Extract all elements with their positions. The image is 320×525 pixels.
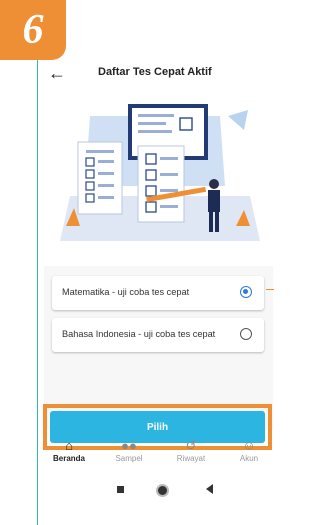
home-icon: ⌂ [65,438,73,453]
nav-sampel[interactable]: ●● Sampel [104,438,154,463]
test-list-illustration [60,104,260,241]
page-title: Daftar Tes Cepat Aktif [98,66,212,78]
nav-label: Sampel [115,454,143,463]
app-bar: ← Daftar Tes Cepat Aktif [44,62,273,86]
system-nav-bar [44,478,273,504]
radio-unselected[interactable] [240,328,252,340]
step-badge: 6 [0,0,66,60]
nav-label: Riwayat [176,454,206,463]
option-label: Bahasa Indonesia - uji coba tes cepat [62,329,216,339]
bottom-nav: ⌂ Beranda ●● Sampel ↺ Riwayat ☺ Akun [44,438,273,474]
account-icon: ☺ [242,438,256,453]
nav-beranda[interactable]: ⌂ Beranda [44,438,94,463]
arrow-left-icon[interactable]: ← [48,64,66,82]
nav-label: Akun [239,454,259,463]
nav-label: Beranda [52,454,85,463]
nav-akun[interactable]: ☺ Akun [224,438,274,463]
option-bahasa-indonesia[interactable]: Bahasa Indonesia - uji coba tes cepat [52,318,264,352]
people-icon: ●● [121,438,137,453]
nav-riwayat[interactable]: ↺ Riwayat [166,438,216,463]
back-triangle-icon[interactable] [206,484,213,494]
radio-selected[interactable] [240,286,252,298]
pilih-label: Pilih [146,421,169,433]
step-number: 6 [22,7,44,53]
home-button-icon[interactable] [156,484,169,497]
recents-icon[interactable] [117,486,124,493]
option-label: Matematika - uji coba tes cepat [62,287,190,297]
history-icon: ↺ [185,438,197,453]
annotation-pointer [266,289,274,290]
option-matematika[interactable]: Matematika - uji coba tes cepat [52,276,264,310]
